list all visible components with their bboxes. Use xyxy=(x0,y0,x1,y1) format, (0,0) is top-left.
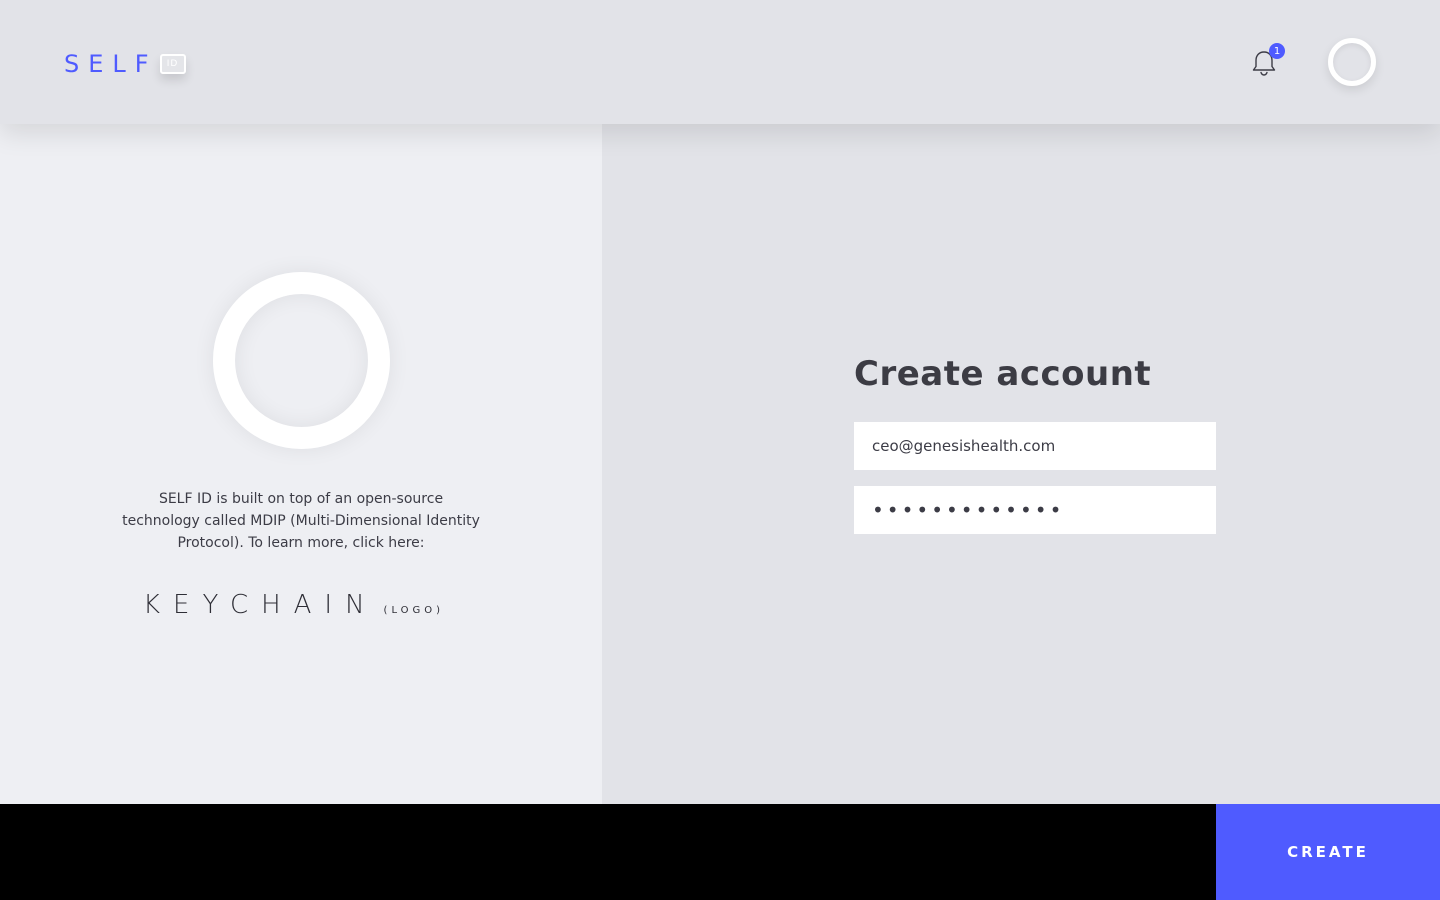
ring-graphic xyxy=(213,272,390,449)
keychain-logo-tag: (LOGO) xyxy=(383,605,445,616)
notification-badge: 1 xyxy=(1269,43,1285,59)
footer-bar: CREATE xyxy=(0,804,1440,900)
page-title: Create account xyxy=(854,354,1152,394)
header: SELF ID 1 xyxy=(0,0,1440,124)
password-field[interactable] xyxy=(854,486,1216,534)
create-account-panel: Create account xyxy=(602,124,1440,804)
keychain-link[interactable]: KEYCHAIN (LOGO) xyxy=(143,590,444,620)
info-panel: SELF ID is built on top of an open-sourc… xyxy=(0,124,602,804)
keychain-label: KEYCHAIN xyxy=(143,590,378,620)
self-id-logo[interactable]: SELF ID xyxy=(64,50,186,78)
create-button[interactable]: CREATE xyxy=(1216,804,1440,900)
logo-badge: ID xyxy=(159,54,186,74)
email-field[interactable] xyxy=(854,422,1216,470)
logo-text: SELF xyxy=(64,50,158,78)
info-text: SELF ID is built on top of an open-sourc… xyxy=(122,491,480,551)
avatar[interactable] xyxy=(1328,38,1376,86)
